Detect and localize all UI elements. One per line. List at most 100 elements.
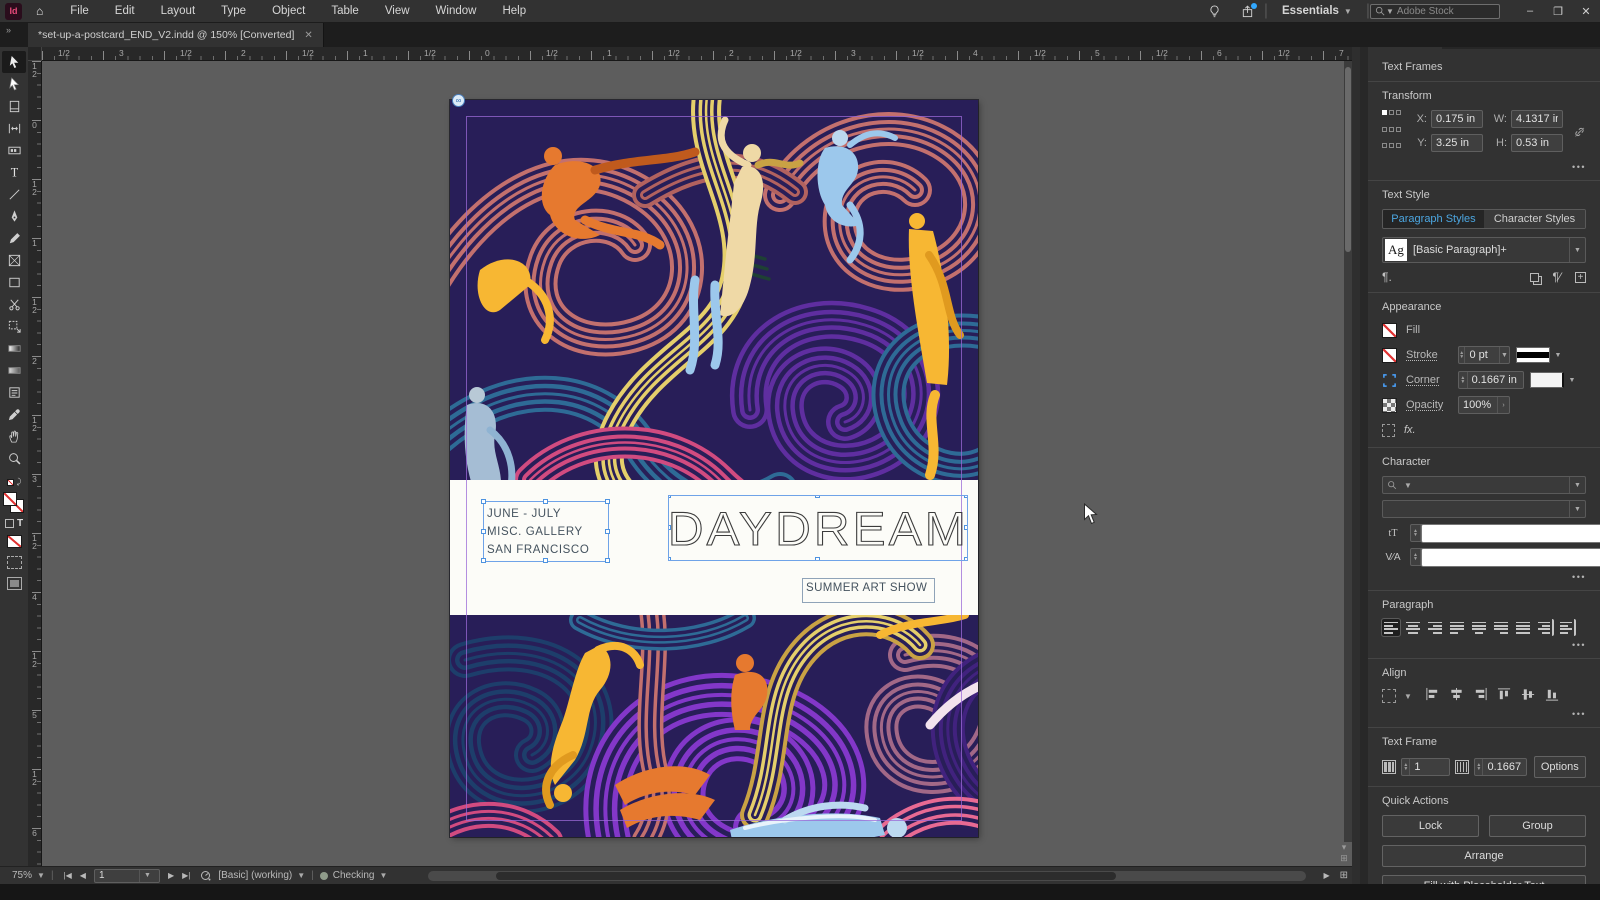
arrange-button[interactable]: Arrange [1382,845,1586,867]
tool-page[interactable] [2,95,26,117]
tool-pencil[interactable] [2,227,26,249]
pages-panel-icon[interactable]: ⊞ [1340,870,1348,881]
toward-spine-icon[interactable] [1536,619,1554,636]
corner-options-icon[interactable] [1382,373,1397,388]
selection-handle[interactable] [815,557,820,560]
character-more-options[interactable]: ••• [1382,572,1586,582]
away-spine-icon[interactable] [1558,619,1576,636]
page-number-field[interactable]: ▼ [93,868,160,883]
ruler-origin-corner[interactable] [28,47,42,61]
horizontal-ruler[interactable]: 1/2 3 1/2 2 1/2 1 1/2 0 1/2 1 1/2 2 1/2 3 1/2 4 1/2 5 1/2 6… [42,47,1352,61]
object-states-icon[interactable] [1382,423,1395,437]
workspace-switcher[interactable]: Essentials ▼ [1282,5,1352,17]
selection-handle[interactable] [669,525,671,530]
preflight-icon[interactable] [200,870,212,882]
search-input[interactable] [1396,5,1487,17]
menu-file[interactable]: File [70,5,89,17]
swap-fill-stroke-icon[interactable]: ⤸ [17,477,22,487]
selection-handle[interactable] [964,557,967,560]
share-icon[interactable] [1241,2,1257,18]
horizontal-scrollbar[interactable] [428,871,1306,881]
scroll-down-icon[interactable]: ▾ [1342,842,1347,852]
split-view-icon[interactable]: ⊞ [1340,853,1348,863]
next-page-button[interactable]: ▶ [168,871,174,880]
text-frame-title[interactable]: DAYDREAM [668,495,968,561]
reference-point-grid[interactable] [1382,110,1401,158]
selection-handle[interactable] [481,558,486,563]
close-tab-icon[interactable]: ✕ [304,30,312,41]
minimize-button[interactable]: – [1516,5,1544,17]
justify-center-icon[interactable] [1470,619,1488,636]
align-right-icon[interactable] [1426,619,1444,636]
align-left-icon[interactable] [1425,687,1440,705]
indesign-logo[interactable]: Id [5,2,22,20]
width-field[interactable] [1512,113,1562,125]
chevron-down-icon[interactable]: ▼ [37,871,45,880]
tool-selection[interactable] [2,51,26,73]
stroke-type-swatch[interactable] [1516,347,1550,363]
chevron-down-icon[interactable]: ▼ [138,869,155,882]
justify-right-icon[interactable] [1492,619,1510,636]
menu-object[interactable]: Object [272,5,305,17]
align-center-icon[interactable] [1404,619,1422,636]
tool-type[interactable]: T [2,161,26,183]
document-tab[interactable]: *set-up-a-postcard_END_V2.indd @ 150% [C… [28,23,324,47]
align-center-v-icon[interactable] [1521,687,1536,705]
selection-handle[interactable] [605,499,610,504]
tool-hand[interactable] [2,425,26,447]
align-right-icon[interactable] [1473,687,1488,705]
selection-handle[interactable] [815,496,820,498]
tool-zoom[interactable] [2,447,26,469]
menu-table[interactable]: Table [331,5,359,17]
effects-icon[interactable]: fx. [1404,424,1416,436]
vertical-scroll-thumb[interactable] [1345,67,1351,252]
close-button[interactable]: ✕ [1572,5,1600,18]
tool-gradient-feather[interactable] [2,359,26,381]
paragraph-more-options[interactable]: ••• [1382,640,1586,650]
corner-label[interactable]: Corner [1406,374,1458,386]
menu-type[interactable]: Type [221,5,246,17]
opacity-icon[interactable] [1382,397,1397,413]
formatting-affects-container-icon[interactable] [4,519,14,528]
chevron-down-icon[interactable]: ▼ [1564,371,1580,389]
preflight-status[interactable]: Checking [333,870,375,881]
previous-page-button[interactable]: ◀ [80,871,86,880]
font-size-field[interactable] [1421,523,1600,543]
group-button[interactable]: Group [1489,815,1586,837]
create-style-icon[interactable]: + [1575,271,1586,283]
fill-swatch[interactable] [3,492,17,506]
menu-help[interactable]: Help [502,5,526,17]
tool-eyedropper[interactable] [2,403,26,425]
tool-gradient[interactable] [2,337,26,359]
scroll-right-icon[interactable]: ▶ [1323,871,1329,880]
tool-rectangle[interactable] [2,271,26,293]
paragraph-mark-icon[interactable]: ¶. [1382,270,1392,284]
constrain-proportions-icon[interactable] [1573,124,1586,140]
text-frame-info[interactable]: JUNE - JULY MISC. GALLERY SAN FRANCISCO [481,499,610,563]
selection-handle[interactable] [605,558,610,563]
opacity-field[interactable] [1459,399,1498,411]
redefine-style-icon[interactable] [1529,272,1539,282]
menu-layout[interactable]: Layout [161,5,196,17]
fill-color-swatch[interactable] [1382,322,1397,338]
height-field[interactable] [1512,137,1562,149]
kerning-field[interactable] [1421,547,1600,567]
selection-handle[interactable] [964,496,967,498]
y-position-field[interactable] [1432,137,1482,149]
selection-handle[interactable] [543,499,548,504]
tool-gap[interactable] [2,117,26,139]
chevron-down-icon[interactable]: ▼ [379,871,387,880]
fill-placeholder-button[interactable]: Fill with Placeholder Text [1382,875,1586,884]
tool-direct-selection[interactable] [2,73,26,95]
preflight-preset[interactable]: [Basic] (working) [218,870,292,881]
vertical-ruler[interactable]: 12 0 12 1 12 2 12 3 12 4 12 5 12 6 [28,61,42,866]
document-viewport[interactable]: ∞ JUNE - JULY MISC. GALLERY SAN FRANCISC… [42,61,1352,866]
restore-button[interactable]: ❐ [1544,5,1572,18]
text-frame-subtitle[interactable]: SUMMER ART SHOW [802,578,935,603]
first-page-button[interactable]: |◀ [64,871,72,880]
paragraph-style-dropdown[interactable]: Ag [Basic Paragraph]+ ▼ [1382,237,1586,263]
opacity-label[interactable]: Opacity [1406,399,1458,411]
align-center-h-icon[interactable] [1449,687,1464,705]
tool-content-collector[interactable] [2,139,26,161]
corner-shape-swatch[interactable] [1530,372,1564,388]
